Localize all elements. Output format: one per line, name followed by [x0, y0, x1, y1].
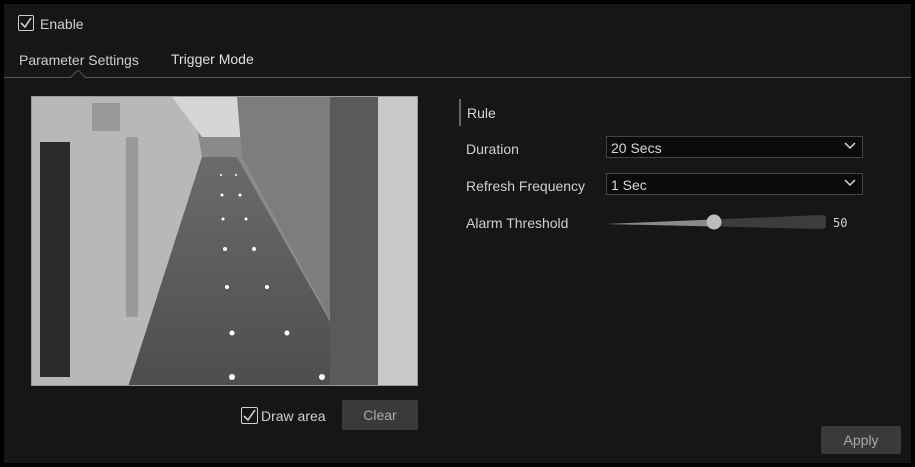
duration-label: Duration	[466, 141, 519, 157]
enable-label: Enable	[40, 16, 84, 32]
tab-trigger-mode[interactable]: Trigger Mode	[171, 51, 254, 67]
camera-preview[interactable]	[31, 96, 418, 386]
enable-checkbox[interactable]	[18, 15, 34, 31]
draw-area-checkbox[interactable]	[241, 407, 258, 424]
chevron-down-icon	[844, 179, 856, 187]
slider-knob[interactable]	[706, 214, 722, 230]
refresh-frequency-label: Refresh Frequency	[466, 178, 586, 194]
apply-button[interactable]: Apply	[821, 426, 901, 454]
alarm-threshold-slider[interactable]	[606, 211, 826, 233]
rule-title: Rule	[467, 105, 496, 121]
alarm-threshold-value: 50	[833, 216, 848, 230]
chevron-down-icon	[844, 142, 856, 150]
duration-value: 20 Secs	[611, 140, 662, 156]
refresh-frequency-select[interactable]: 1 Sec	[606, 173, 863, 195]
tab-parameter-settings[interactable]: Parameter Settings	[19, 52, 139, 68]
clear-button[interactable]: Clear	[342, 400, 418, 430]
draw-area-label: Draw area	[261, 408, 326, 424]
active-tab-indicator	[70, 70, 86, 79]
tab-divider	[4, 77, 911, 78]
duration-select[interactable]: 20 Secs	[606, 136, 863, 158]
motion-settings-panel: Enable Parameter Settings Trigger Mode D…	[4, 4, 911, 463]
refresh-frequency-value: 1 Sec	[611, 177, 647, 193]
alarm-threshold-label: Alarm Threshold	[466, 215, 569, 231]
checkmark-icon	[243, 409, 256, 422]
rule-marker	[459, 99, 461, 126]
checkmark-icon	[20, 17, 32, 29]
